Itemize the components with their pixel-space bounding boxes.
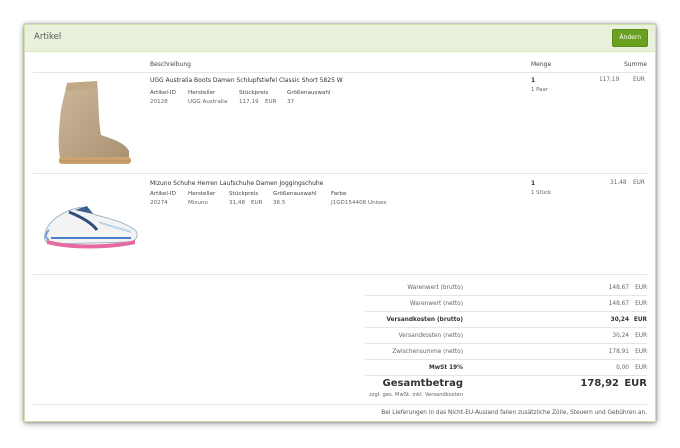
total-currency: EUR	[635, 333, 647, 339]
attr-label: Artikel-ID	[150, 191, 176, 197]
total-value-shipping-net: 30,24	[612, 333, 629, 339]
attr-value: J1GD154408 Unisex	[331, 200, 387, 206]
total-currency: EUR	[635, 285, 647, 291]
ugg-boot-image	[51, 79, 133, 167]
total-currency: EUR	[635, 349, 647, 355]
total-value-subtotal: 178,91	[608, 349, 629, 355]
total-label-subtotal: Zwischensumme (netto)	[392, 349, 463, 355]
total-value-goods-net: 148,67	[608, 301, 629, 307]
attr-value: 31,48	[229, 200, 246, 206]
attr-value: EUR	[251, 200, 263, 206]
edit-button[interactable]: Ändern	[612, 29, 648, 47]
divider	[33, 274, 647, 275]
divider	[365, 311, 647, 312]
attr-label: Stückpreis	[229, 191, 259, 197]
item-quantity-unit: 1 Paar	[531, 87, 548, 93]
attr-value: 36.5	[273, 200, 286, 206]
item-sum: 31,48	[610, 180, 627, 186]
divider	[33, 72, 647, 73]
attr-label: Artikel-ID	[150, 90, 176, 96]
attr-value: Mizuno	[188, 200, 208, 206]
item-sum: 117,19	[599, 77, 620, 83]
total-value-shipping-gross: 30,24	[610, 317, 629, 323]
item-name: Mizuno Schuhe Herren Laufschuhe Damen Jo…	[150, 180, 324, 187]
grand-total-value: 178,92	[580, 378, 619, 389]
item-currency: EUR	[633, 77, 645, 83]
total-label-shipping-net: Versandkosten (netto)	[398, 333, 463, 339]
attr-label: Größenauswahl	[273, 191, 317, 197]
attr-value: 20128	[150, 99, 168, 105]
divider	[365, 327, 647, 328]
attr-value: EUR	[265, 99, 277, 105]
running-shoe-icon	[44, 206, 138, 249]
grand-total-label: Gesamtbetrag	[382, 378, 463, 389]
attr-value: 20274	[150, 200, 168, 206]
column-sum: Summe	[624, 61, 647, 68]
ugg-boot-icon	[58, 81, 131, 164]
attr-label: Größenauswahl	[287, 90, 331, 96]
cart-panel: Artikel Ändern Beschreibung Menge Summe …	[24, 24, 656, 422]
grand-total-note: zzgl. ges. MwSt. inkl. Versandkosten	[369, 392, 463, 398]
divider	[365, 343, 647, 344]
divider	[33, 404, 647, 405]
item-quantity: 1	[531, 77, 536, 84]
attr-label: Stückpreis	[239, 90, 269, 96]
total-label-goods-gross: Warenwert (brutto)	[407, 285, 463, 291]
attr-value: UGG Australia	[188, 99, 228, 105]
attr-label: Hersteller	[188, 90, 216, 96]
total-currency: EUR	[635, 365, 647, 371]
item-name: UGG Australia Boots Damen Schlupfstiefel…	[150, 77, 343, 84]
divider	[33, 173, 647, 174]
attr-value: 117,19	[239, 99, 259, 105]
total-label-shipping-gross: Versandkosten (brutto)	[386, 317, 463, 323]
divider	[365, 295, 647, 296]
total-value-goods-gross: 148,67	[608, 285, 629, 291]
divider	[365, 359, 647, 360]
divider	[365, 375, 647, 376]
item-quantity-unit: 1 Stück	[531, 190, 552, 196]
panel-title: Artikel	[34, 32, 62, 42]
footer-note: Bei Lieferungen in das Nicht-EU-Ausland …	[381, 410, 647, 416]
item-currency: EUR	[633, 180, 645, 186]
attr-label: Hersteller	[188, 191, 216, 197]
column-quantity: Menge	[531, 61, 552, 68]
attr-value: 37	[287, 99, 295, 105]
total-label-vat: MwSt 19%	[429, 365, 463, 371]
grand-total-currency: EUR	[624, 378, 647, 389]
total-value-vat: 0,00	[616, 365, 629, 371]
panel-header: Artikel Ändern	[25, 25, 655, 52]
running-shoe-image	[39, 200, 141, 250]
attr-label: Farbe	[331, 191, 347, 197]
column-description: Beschreibung	[150, 61, 191, 68]
total-label-goods-net: Warenwert (netto)	[409, 301, 463, 307]
total-currency: EUR	[635, 301, 647, 307]
item-quantity: 1	[531, 180, 536, 187]
total-currency: EUR	[633, 317, 647, 323]
